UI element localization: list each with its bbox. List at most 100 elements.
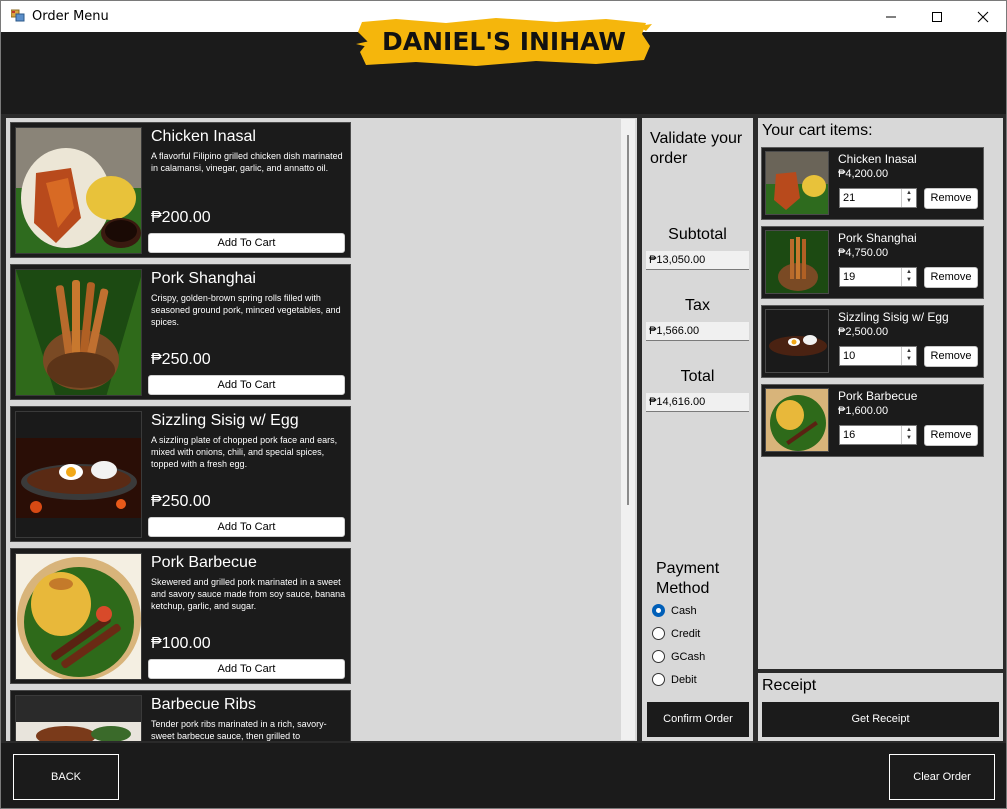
quantity-stepper[interactable]: 16 ▲ ▼ <box>839 425 917 445</box>
maximize-button[interactable] <box>914 1 960 32</box>
add-to-cart-button[interactable]: Add To Cart <box>148 233 345 253</box>
scrollbar-thumb[interactable] <box>627 135 629 505</box>
minimize-icon <box>886 16 896 17</box>
quantity-stepper[interactable]: 21 ▲ ▼ <box>839 188 917 208</box>
spin-arrows-icon[interactable]: ▲ ▼ <box>901 268 916 286</box>
spin-arrows-icon[interactable]: ▲ ▼ <box>901 347 916 365</box>
payment-option-credit[interactable]: Credit <box>652 627 700 640</box>
cart-item-name: Pork Barbecue <box>838 389 918 403</box>
back-button[interactable]: BACK <box>13 754 119 800</box>
item-name: Barbecue Ribs <box>151 696 256 713</box>
sizzling-sisig-image <box>15 411 142 538</box>
cart-item: Pork Shanghai ₱4,750.00 19 ▲ ▼ Remove <box>761 226 984 299</box>
validate-title: Validate your order <box>650 130 743 167</box>
validate-panel: Validate your order Subtotal ₱13,050.00 … <box>642 118 753 741</box>
window-title: Order Menu <box>32 9 109 24</box>
radio-unchecked-icon <box>652 627 665 640</box>
item-price: ₱100.00 <box>151 635 211 652</box>
quantity-value: 19 <box>843 271 856 283</box>
receipt-panel: Receipt Get Receipt <box>758 673 1003 741</box>
quantity-value: 21 <box>843 192 856 204</box>
spin-arrows-icon[interactable]: ▲ ▼ <box>901 426 916 444</box>
menu-card: Pork Barbecue Skewered and grilled pork … <box>10 548 351 684</box>
chicken-inasal-image <box>15 127 142 254</box>
radio-label: Credit <box>671 627 701 640</box>
subtotal-label: Subtotal <box>668 226 727 243</box>
add-to-cart-button[interactable]: Add To Cart <box>148 517 345 537</box>
radio-unchecked-icon <box>652 650 665 663</box>
payment-method-title: Payment Method <box>656 560 720 597</box>
pork-barbecue-image <box>15 553 142 680</box>
spin-arrows-icon[interactable]: ▲ ▼ <box>901 189 916 207</box>
item-name: Chicken Inasal <box>151 128 256 145</box>
cart-item-name: Pork Shanghai <box>838 231 917 245</box>
pork-shanghai-image <box>15 269 142 396</box>
item-price: ₱200.00 <box>151 209 211 226</box>
quantity-stepper[interactable]: 10 ▲ ▼ <box>839 346 917 366</box>
item-name: Pork Shanghai <box>151 270 256 287</box>
radio-unchecked-icon <box>652 673 665 686</box>
radio-label: Debit <box>671 673 697 686</box>
close-icon <box>977 11 989 22</box>
item-description: A flavorful Filipino grilled chicken dis… <box>151 151 343 173</box>
remove-button[interactable]: Remove <box>924 425 978 446</box>
cart-item-price: ₱4,200.00 <box>838 168 889 180</box>
item-price: ₱250.00 <box>151 351 211 368</box>
cart-item-name: Sizzling Sisig w/ Egg <box>838 310 949 324</box>
maximize-icon <box>932 11 942 22</box>
barbecue-ribs-image <box>15 695 142 741</box>
add-to-cart-button[interactable]: Add To Cart <box>148 659 345 679</box>
cart-item: Sizzling Sisig w/ Egg ₱2,500.00 10 ▲ ▼ Re… <box>761 305 984 378</box>
get-receipt-button[interactable]: Get Receipt <box>762 702 999 737</box>
cart-item-price: ₱4,750.00 <box>838 247 889 259</box>
radio-checked-icon <box>652 604 665 617</box>
menu-card: Sizzling Sisig w/ Egg A sizzling plate o… <box>10 406 351 542</box>
confirm-order-button[interactable]: Confirm Order <box>647 702 749 737</box>
remove-button[interactable]: Remove <box>924 267 978 288</box>
remove-button[interactable]: Remove <box>924 188 978 209</box>
item-description: Skewered and grilled pork marinated in a… <box>151 577 346 611</box>
footer-bar: BACK Clear Order <box>1 743 1006 808</box>
tax-field: ₱1,566.00 <box>646 322 749 341</box>
quantity-value: 16 <box>843 429 856 441</box>
quantity-value: 10 <box>843 350 856 362</box>
payment-option-gcash[interactable]: GCash <box>652 650 705 663</box>
menu-card: Pork Shanghai Crispy, golden-brown sprin… <box>10 264 351 400</box>
order-menu-window: Order Menu DANIEL'S INIHAW Chicken Inasa… <box>0 0 1007 809</box>
cart-item-image <box>765 151 829 215</box>
close-button[interactable] <box>960 1 1006 32</box>
receipt-title: Receipt <box>762 677 817 694</box>
item-name: Pork Barbecue <box>151 554 257 571</box>
radio-label: Cash <box>671 604 697 617</box>
radio-label: GCash <box>671 650 706 663</box>
cart-item-price: ₱2,500.00 <box>838 326 889 338</box>
remove-button[interactable]: Remove <box>924 346 978 367</box>
cart-item-price: ₱1,600.00 <box>838 405 889 417</box>
item-price: ₱250.00 <box>151 493 211 510</box>
item-name: Sizzling Sisig w/ Egg <box>151 412 299 429</box>
cart-title: Your cart items: <box>762 122 873 139</box>
add-to-cart-button[interactable]: Add To Cart <box>148 375 345 395</box>
clear-order-button[interactable]: Clear Order <box>889 754 995 800</box>
cart-item-name: Chicken Inasal <box>838 152 917 166</box>
app-icon <box>11 9 25 23</box>
minimize-button[interactable] <box>868 1 914 32</box>
cart-item: Pork Barbecue ₱1,600.00 16 ▲ ▼ Remove <box>761 384 984 457</box>
cart-item: Chicken Inasal ₱4,200.00 21 ▲ ▼ Remove <box>761 147 984 220</box>
total-label: Total <box>680 368 715 385</box>
cart-panel: Your cart items: Chicken Inasal ₱4,200.0… <box>758 118 1003 669</box>
cart-item-image <box>765 309 829 373</box>
menu-scrollbar[interactable] <box>621 119 635 740</box>
cart-item-image <box>765 388 829 452</box>
tax-label: Tax <box>685 297 710 314</box>
brand-name: DANIEL'S INIHAW <box>382 27 626 56</box>
menu-card: Barbecue Ribs Tender pork ribs marinated… <box>10 690 351 741</box>
payment-option-debit[interactable]: Debit <box>652 673 697 686</box>
total-field: ₱14,616.00 <box>646 393 749 412</box>
item-description: A sizzling plate of chopped pork face an… <box>151 435 338 469</box>
cart-item-image <box>765 230 829 294</box>
quantity-stepper[interactable]: 19 ▲ ▼ <box>839 267 917 287</box>
item-description: Tender pork ribs marinated in a rich, sa… <box>151 719 327 741</box>
menu-card: Chicken Inasal A flavorful Filipino gril… <box>10 122 351 258</box>
payment-option-cash[interactable]: Cash <box>652 604 697 617</box>
